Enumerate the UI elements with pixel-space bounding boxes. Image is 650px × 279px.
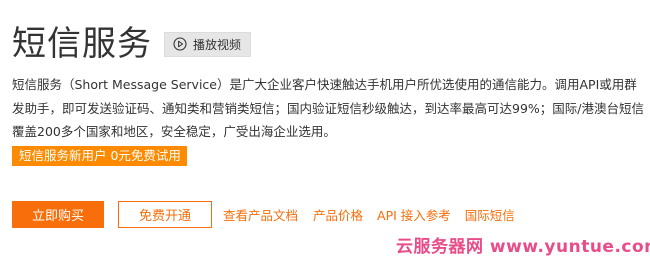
product-description: 短信服务（Short Message Service）是广大企业客户快速触达手机… (12, 77, 644, 139)
action-bar: 立即购买 免费开通 查看产品文档 产品价格 API 接入参考 国际短信 (12, 201, 515, 228)
product-page: 短信服务 播放视频 短信服务（Short Message Service）是广大… (0, 0, 650, 279)
buy-now-button[interactable]: 立即购买 (12, 201, 104, 228)
api-reference-link[interactable]: API 接入参考 (377, 205, 451, 224)
free-activate-button[interactable]: 免费开通 (118, 201, 212, 228)
title-row: 短信服务 播放视频 (12, 22, 252, 66)
view-docs-link[interactable]: 查看产品文档 (223, 205, 298, 224)
pricing-link[interactable]: 产品价格 (313, 205, 363, 224)
promo-badge[interactable]: 短信服务新用户 0元免费试用 (12, 146, 187, 166)
page-title: 短信服务 (12, 24, 152, 64)
international-sms-link[interactable]: 国际短信 (465, 205, 515, 224)
watermark: 云服务器网 www.yuntue.com (396, 237, 650, 257)
play-circle-icon (173, 37, 187, 51)
play-video-label: 播放视频 (193, 37, 242, 52)
play-video-button[interactable]: 播放视频 (164, 31, 252, 57)
